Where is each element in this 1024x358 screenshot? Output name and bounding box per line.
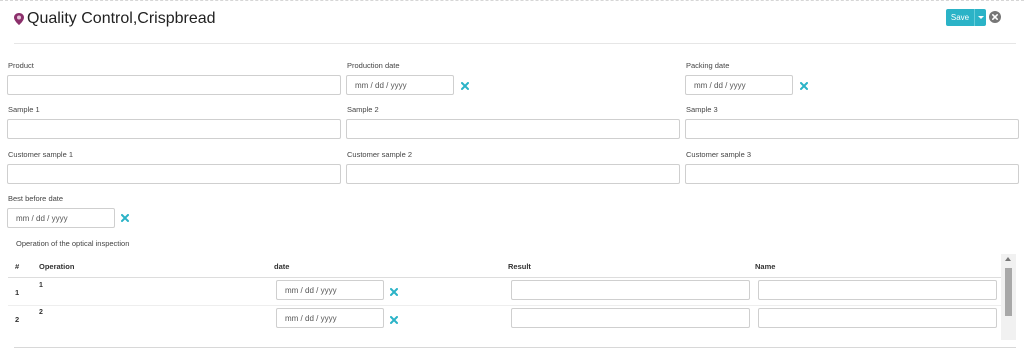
product-label: Product — [8, 61, 34, 70]
bottom-divider — [14, 347, 1016, 348]
column-header-operation: Operation — [39, 262, 75, 271]
close-icon[interactable] — [989, 11, 1001, 23]
production-date-label: Production date — [347, 61, 400, 70]
customer-sample2-label: Customer sample 2 — [347, 150, 413, 159]
column-header-name: Name — [755, 262, 776, 271]
row-result-input[interactable] — [511, 280, 750, 300]
scroll-up-arrow-icon[interactable] — [1005, 257, 1011, 261]
clear-packing-date-icon[interactable] — [800, 82, 808, 90]
best-before-date-input[interactable]: mm / dd / yyyy — [7, 208, 115, 228]
sample2-input[interactable] — [346, 119, 680, 139]
sample3-label: Sample 3 — [686, 105, 718, 114]
customer-sample2-input[interactable] — [346, 164, 680, 184]
packing-date-label: Packing date — [686, 61, 730, 70]
header-divider — [14, 43, 1016, 44]
row-number: 2 — [15, 315, 20, 324]
caret-down-icon — [977, 16, 984, 19]
row-divider — [8, 305, 1003, 306]
scrollbar-thumb[interactable] — [1005, 268, 1012, 316]
pin-icon — [14, 13, 24, 25]
sample2-label: Sample 2 — [347, 105, 379, 114]
sample1-label: Sample 1 — [8, 105, 40, 114]
row-number: 1 — [15, 288, 20, 297]
page-header: Quality Control,Crispbread — [14, 8, 216, 30]
row-operation: 2 — [39, 309, 43, 316]
save-button-group: Save — [946, 9, 986, 26]
column-header-number: # — [15, 262, 20, 271]
column-header-result: Result — [508, 262, 531, 271]
sample1-input[interactable] — [7, 119, 341, 139]
row-date-input[interactable]: mm / dd / yyyy — [276, 308, 384, 328]
save-button[interactable]: Save — [946, 9, 974, 26]
row-date-input[interactable]: mm / dd / yyyy — [276, 280, 384, 300]
customer-sample1-input[interactable] — [7, 164, 341, 184]
customer-sample3-input[interactable] — [685, 164, 1019, 184]
clear-production-date-icon[interactable] — [461, 82, 469, 90]
packing-date-input[interactable]: mm / dd / yyyy — [685, 75, 793, 95]
row-operation: 1 — [39, 282, 43, 289]
save-options-dropdown[interactable] — [974, 9, 986, 26]
clear-row-date-icon[interactable] — [390, 316, 398, 324]
inspection-table: # Operation date Result Name 1 1 mm / dd… — [8, 252, 1016, 336]
row-result-input[interactable] — [511, 308, 750, 328]
top-border — [0, 0, 1024, 3]
customer-sample3-label: Customer sample 3 — [686, 150, 752, 159]
row-name-input[interactable] — [758, 280, 997, 300]
best-before-label: Best before date — [8, 194, 64, 203]
sample3-input[interactable] — [685, 119, 1019, 139]
row-name-input[interactable] — [758, 308, 997, 328]
column-header-date: date — [274, 262, 290, 271]
page-title: Quality Control,Crispbread — [27, 10, 216, 27]
table-header-divider — [8, 277, 1003, 278]
table-scrollbar[interactable] — [1001, 254, 1016, 340]
clear-best-before-date-icon[interactable] — [121, 214, 129, 222]
production-date-input[interactable]: mm / dd / yyyy — [346, 75, 454, 95]
inspection-section-title: Operation of the optical inspection — [16, 239, 130, 248]
customer-sample1-label: Customer sample 1 — [8, 150, 74, 159]
clear-row-date-icon[interactable] — [390, 288, 398, 296]
product-input[interactable] — [7, 75, 341, 95]
